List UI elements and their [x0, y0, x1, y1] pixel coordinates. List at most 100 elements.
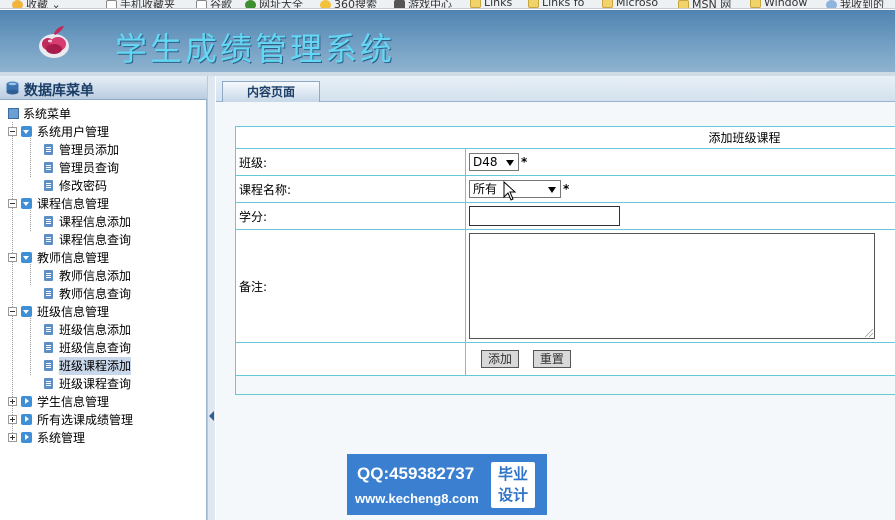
- page-icon: [44, 342, 53, 353]
- collapse-icon[interactable]: [8, 127, 17, 136]
- bookmark-360[interactable]: 360搜索: [320, 0, 377, 8]
- class-label: 班级:: [235, 148, 466, 176]
- folder-icon: [602, 0, 613, 8]
- tab-content-page[interactable]: 内容页面: [222, 81, 320, 102]
- collapse-icon[interactable]: [8, 253, 17, 262]
- tree-item-admin-add[interactable]: 管理员添加: [44, 140, 119, 158]
- folder-icon: [470, 0, 481, 8]
- credit-label: 学分:: [235, 202, 466, 230]
- folder-open-icon: [21, 126, 32, 137]
- bookmark-mobile[interactable]: 手机收藏夹: [106, 0, 175, 8]
- left-panel-header: 数据库菜单: [0, 76, 207, 100]
- course-label: 课程名称:: [235, 175, 466, 203]
- tree-item-teacher-add[interactable]: 教师信息添加: [44, 266, 131, 284]
- chevron-down-icon: [506, 160, 514, 166]
- collapse-icon[interactable]: [8, 199, 17, 208]
- expand-icon[interactable]: [8, 433, 17, 442]
- credit-input[interactable]: [469, 206, 620, 226]
- bookmark-received[interactable]: 我收到的: [826, 0, 884, 8]
- page-icon: [44, 288, 53, 299]
- expand-icon[interactable]: [8, 415, 17, 424]
- tab-bar: 内容页面: [216, 76, 895, 102]
- tree-group-course-info[interactable]: 课程信息管理: [8, 194, 109, 212]
- tree-item-admin-query[interactable]: 管理员查询: [44, 158, 119, 176]
- tree-item-class-query[interactable]: 班级信息查询: [44, 338, 131, 356]
- page-icon: [44, 234, 53, 245]
- tree-item-class-course-add[interactable]: 班级课程添加: [44, 356, 132, 375]
- page-icon: [44, 270, 53, 281]
- left-panel-title: 数据库菜单: [24, 83, 94, 99]
- bookmark-links-fo[interactable]: Links fo: [528, 0, 584, 8]
- doc-icon: [196, 0, 207, 8]
- expand-icon[interactable]: [8, 397, 17, 406]
- add-button[interactable]: 添加: [481, 350, 520, 368]
- gamepad-icon: [394, 0, 405, 8]
- bookmark-msn[interactable]: MSN 网: [678, 0, 731, 8]
- tree-group-system-admin[interactable]: 系统管理: [8, 428, 85, 446]
- page-icon: [44, 378, 53, 389]
- folder-icon: [528, 0, 539, 8]
- tree-group-class-info[interactable]: 班级信息管理: [8, 302, 109, 320]
- star-icon: [12, 0, 23, 8]
- tree-group-system-users[interactable]: 系统用户管理: [8, 122, 109, 140]
- credit-field-cell: [465, 202, 895, 230]
- tree-group-teacher-info[interactable]: 教师信息管理: [8, 248, 109, 266]
- course-field-cell: 所有 *: [465, 175, 895, 203]
- folder-open-icon: [21, 252, 32, 263]
- remark-field-cell: [465, 229, 895, 343]
- tree-item-teacher-query[interactable]: 教师信息查询: [44, 284, 131, 302]
- page-icon: [44, 360, 53, 371]
- class-field-cell: D48 *: [465, 148, 895, 176]
- resize-grip-icon[interactable]: [865, 329, 873, 337]
- tree-item-course-query[interactable]: 课程信息查询: [44, 230, 131, 248]
- remark-label: 备注:: [235, 229, 466, 343]
- watermark-qq: QQ:459382737: [357, 464, 475, 483]
- chevron-down-icon: [548, 187, 556, 193]
- tree-item-class-course-query[interactable]: 班级课程查询: [44, 374, 131, 392]
- phone-icon: [106, 0, 117, 8]
- page-icon: [44, 216, 53, 227]
- reset-button[interactable]: 重置: [532, 350, 571, 368]
- add-class-course-form: 添加班级课程 班级: D48 * 课程名称: 所有 * 学分: 备注: 添加 重置: [235, 126, 895, 395]
- folder-closed-icon: [21, 414, 32, 425]
- mouse-cursor-icon: [503, 181, 517, 201]
- folder-icon: [750, 0, 761, 8]
- form-footer: [235, 375, 895, 395]
- tree-item-class-add[interactable]: 班级信息添加: [44, 320, 131, 338]
- folder-open-icon: [21, 198, 32, 209]
- panel-collapse-bar[interactable]: [207, 76, 215, 520]
- bookmark-favorites[interactable]: 收藏 ⌄: [12, 0, 61, 8]
- form-title: 添加班级课程: [235, 126, 895, 149]
- tree-item-change-password[interactable]: 修改密码: [44, 176, 107, 194]
- bookmark-games[interactable]: 游戏中心: [394, 0, 452, 8]
- required-mark: *: [563, 181, 570, 196]
- button-row-spacer: [235, 342, 466, 376]
- apple-logo-icon: [39, 26, 69, 58]
- button-row: 添加 重置: [465, 342, 895, 376]
- bookmark-windows[interactable]: Window: [750, 0, 807, 8]
- watermark-url: www.kecheng8.com: [355, 491, 479, 506]
- tree-group-course-scores[interactable]: 所有选课成绩管理: [8, 410, 133, 428]
- watermark-banner: QQ:459382737 www.kecheng8.com 毕业 设计: [347, 454, 547, 515]
- bookmark-microsoft[interactable]: Microso: [602, 0, 658, 8]
- bookmarks-bar: 收藏 ⌄ 手机收藏夹 谷歌 网址大全 360搜索 游戏中心 Links Link…: [0, 0, 895, 9]
- menu-root-icon: [8, 108, 19, 119]
- collapse-icon[interactable]: [8, 307, 17, 316]
- bookmark-links[interactable]: Links: [470, 0, 512, 8]
- 360-icon: [320, 0, 331, 8]
- class-select[interactable]: D48: [469, 153, 519, 171]
- bookmark-hao[interactable]: 网址大全: [245, 0, 303, 8]
- required-mark: *: [521, 154, 528, 169]
- search-icon: [826, 0, 837, 8]
- watermark-badge: 毕业 设计: [491, 462, 535, 508]
- bookmark-google[interactable]: 谷歌: [196, 0, 232, 8]
- tree-root[interactable]: 系统菜单: [8, 104, 71, 122]
- page-icon: [44, 324, 53, 335]
- remark-textarea[interactable]: [469, 233, 875, 339]
- tree-group-student-info[interactable]: 学生信息管理: [8, 392, 109, 410]
- globe-icon: [245, 0, 256, 8]
- app-title: 学生成绩管理系统: [115, 30, 396, 68]
- folder-closed-icon: [21, 396, 32, 407]
- collapse-left-icon[interactable]: [209, 411, 214, 421]
- tree-item-course-add[interactable]: 课程信息添加: [44, 212, 131, 230]
